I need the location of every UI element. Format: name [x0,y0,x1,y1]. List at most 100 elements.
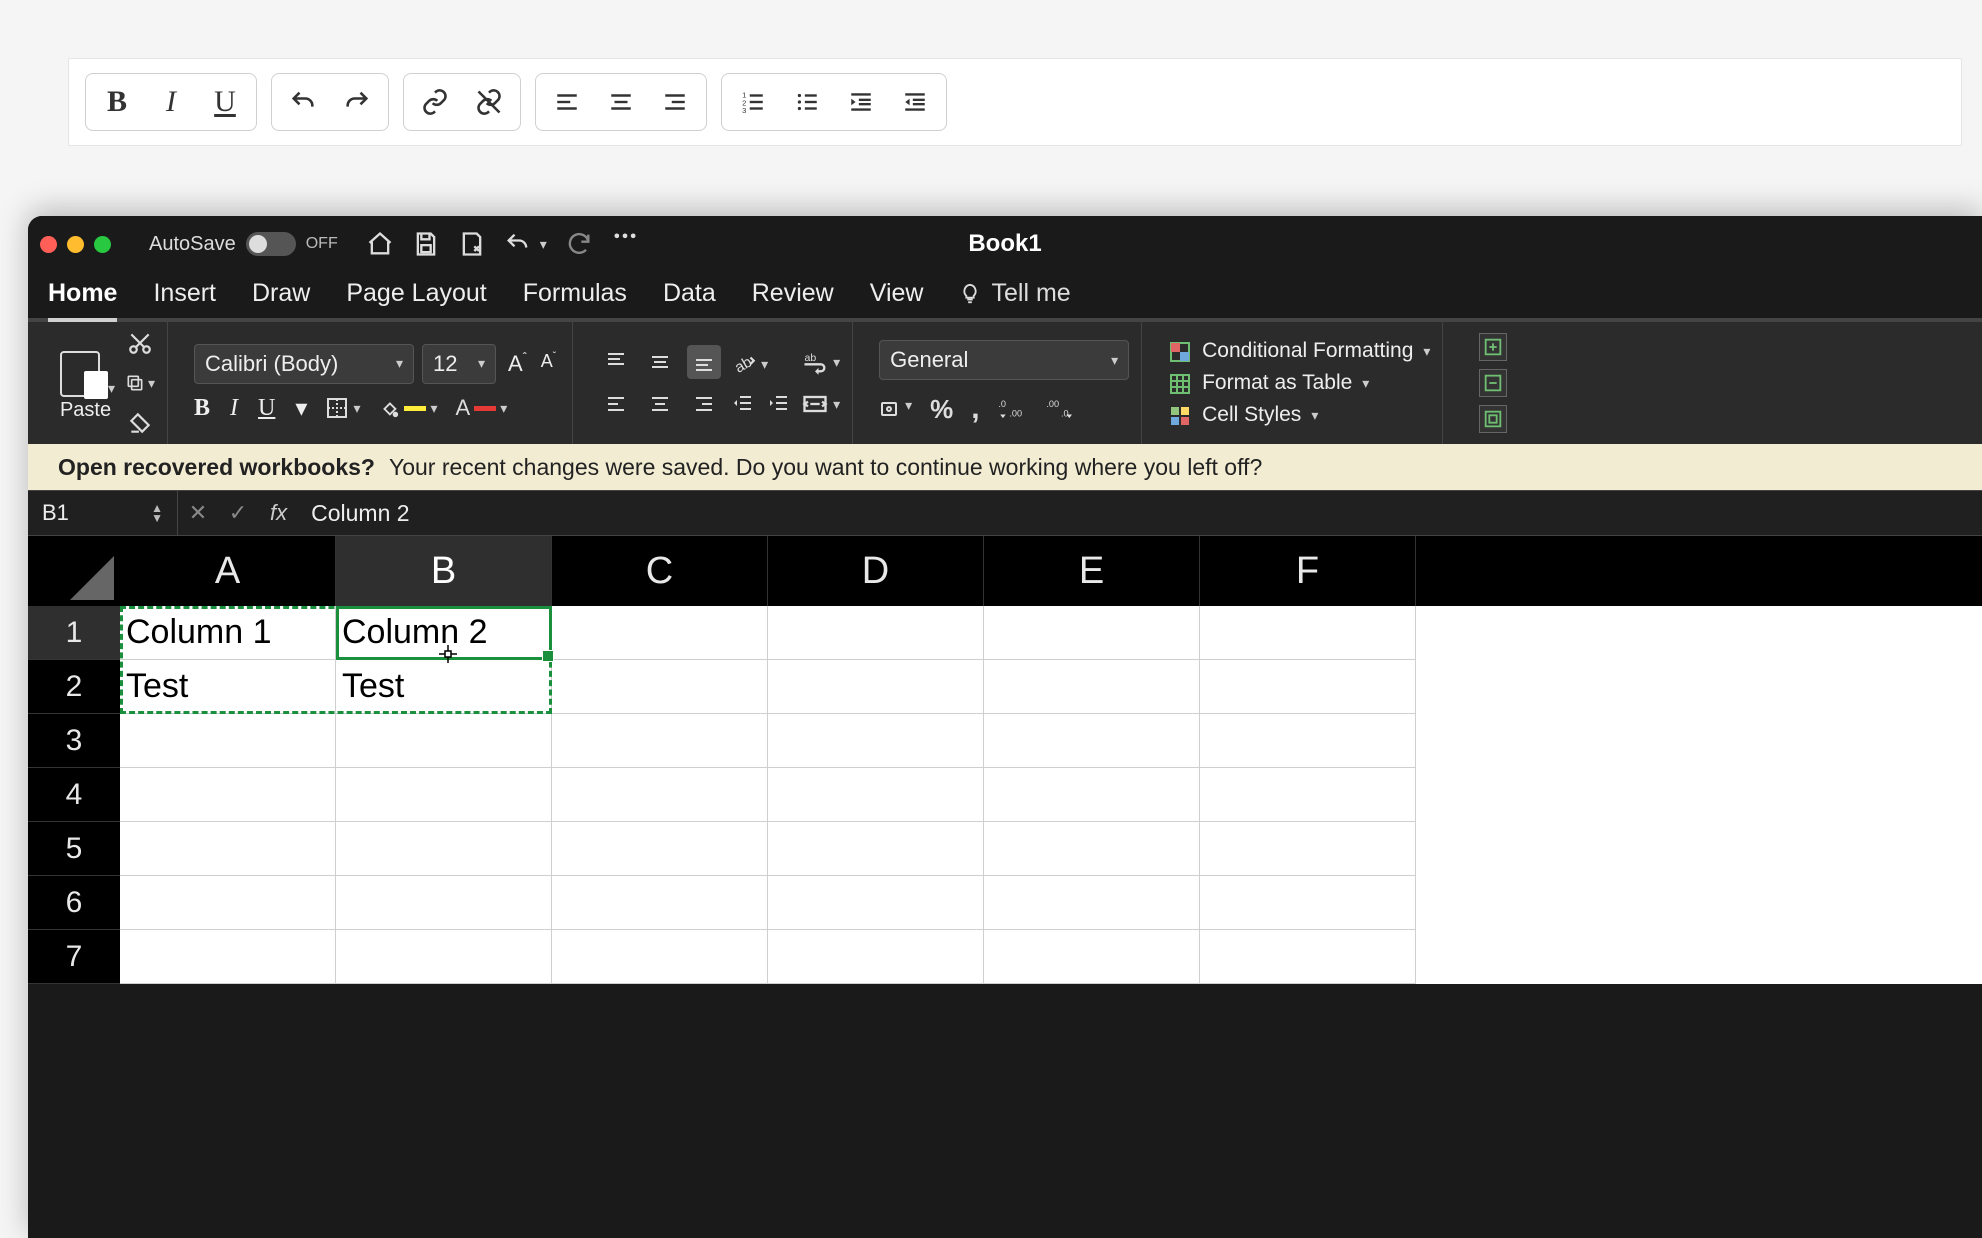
shrink-font-icon[interactable]: Aˇ [537,351,560,377]
cell-E5[interactable] [984,822,1200,876]
numbered-list-button[interactable]: 123 [726,78,780,126]
cell-C4[interactable] [552,768,768,822]
row-header-3[interactable]: 3 [28,714,120,768]
cell-E3[interactable] [984,714,1200,768]
decrease-decimal-icon[interactable]: .00.0 [1046,398,1076,420]
row-header-7[interactable]: 7 [28,930,120,984]
cell-F1[interactable] [1200,606,1416,660]
save-icon[interactable] [412,230,440,258]
undo-icon[interactable] [504,230,532,258]
align-bottom-icon[interactable] [687,345,721,379]
indent-button[interactable] [834,78,888,126]
cell-C2[interactable] [552,660,768,714]
cell-A7[interactable] [120,930,336,984]
tab-view[interactable]: View [870,279,924,318]
cell-C3[interactable] [552,714,768,768]
align-left-icon[interactable] [599,387,633,421]
underline-button[interactable]: U [258,395,275,422]
fx-icon[interactable]: fx [258,500,299,526]
align-right-button[interactable] [648,78,702,126]
bold-button[interactable]: B [90,78,144,126]
cell-A5[interactable] [120,822,336,876]
unlink-button[interactable] [462,78,516,126]
align-right-icon[interactable] [687,387,721,421]
comma-format-icon[interactable]: , [971,392,979,426]
cell-B7[interactable] [336,930,552,984]
cell-B4[interactable] [336,768,552,822]
row-header-2[interactable]: 2 [28,660,120,714]
align-center-button[interactable] [594,78,648,126]
orientation-button[interactable]: ab▾ [731,351,768,377]
recovery-banner[interactable]: Open recovered workbooks? Your recent ch… [28,444,1982,490]
cell-E4[interactable] [984,768,1200,822]
close-window-button[interactable] [40,236,57,253]
format-painter-icon[interactable] [125,408,155,438]
row-header-5[interactable]: 5 [28,822,120,876]
col-header-E[interactable]: E [984,536,1200,606]
align-top-icon[interactable] [599,345,633,379]
cell-styles-button[interactable]: Cell Styles▾ [1168,403,1430,427]
paste-icon[interactable] [56,345,104,397]
autosave-toggle[interactable]: AutoSave OFF [149,232,338,256]
font-size-combo[interactable]: 12▾ [422,344,496,384]
cell-D1[interactable] [768,606,984,660]
maximize-window-button[interactable] [94,236,111,253]
col-header-A[interactable]: A [120,536,336,606]
cell-D7[interactable] [768,930,984,984]
cell-D4[interactable] [768,768,984,822]
autosave-switch[interactable] [246,232,296,256]
cell-E1[interactable] [984,606,1200,660]
name-box-spinner[interactable]: ▲▼ [151,503,163,523]
tab-data[interactable]: Data [663,279,716,318]
tab-insert[interactable]: Insert [153,279,216,318]
cell-F3[interactable] [1200,714,1416,768]
spreadsheet-grid[interactable]: A B C D E F 1 Column 1 Column 2 2 Test T… [28,536,1982,984]
cut-icon[interactable] [125,328,155,358]
decrease-indent-icon[interactable] [731,391,755,415]
cell-B2[interactable]: Test [336,660,552,714]
fill-color-button[interactable]: ▾ [378,397,437,419]
cell-E7[interactable] [984,930,1200,984]
tab-home[interactable]: Home [48,279,117,318]
home-icon[interactable] [366,230,394,258]
underline-button[interactable]: U [198,78,252,126]
redo-button[interactable] [330,78,384,126]
align-center-icon[interactable] [643,387,677,421]
grow-font-icon[interactable]: Aˆ [504,351,531,377]
row-header-6[interactable]: 6 [28,876,120,930]
cell-D2[interactable] [768,660,984,714]
row-header-1[interactable]: 1 [28,606,120,660]
copy-icon[interactable]: ▾ [125,368,155,398]
cell-F5[interactable] [1200,822,1416,876]
cell-E6[interactable] [984,876,1200,930]
format-as-table-button[interactable]: Format as Table▾ [1168,371,1430,395]
cell-B3[interactable] [336,714,552,768]
outdent-button[interactable] [888,78,942,126]
cell-A1[interactable]: Column 1 [120,606,336,660]
paste-dropdown-icon[interactable]: ▾ [108,380,115,397]
cell-A4[interactable] [120,768,336,822]
cell-A2[interactable]: Test [120,660,336,714]
cell-F7[interactable] [1200,930,1416,984]
cell-D6[interactable] [768,876,984,930]
format-cells-icon[interactable] [1479,405,1507,433]
col-header-F[interactable]: F [1200,536,1416,606]
italic-button[interactable]: I [144,78,198,126]
cell-C5[interactable] [552,822,768,876]
minimize-window-button[interactable] [67,236,84,253]
cell-D5[interactable] [768,822,984,876]
cell-B5[interactable] [336,822,552,876]
undo-button[interactable] [276,78,330,126]
paste-label[interactable]: Paste [60,399,111,422]
merge-button[interactable]: ▾ [801,390,840,418]
col-header-C[interactable]: C [552,536,768,606]
col-header-B[interactable]: B [336,536,552,606]
font-name-combo[interactable]: Calibri (Body)▾ [194,344,414,384]
font-color-button[interactable]: A▾ [456,395,508,421]
increase-decimal-icon[interactable]: .0.00 [998,398,1028,420]
redo-icon[interactable] [565,230,593,258]
underline-dropdown-icon[interactable]: ▾ [295,394,307,423]
conditional-formatting-button[interactable]: Conditional Formatting▾ [1168,339,1430,363]
percent-format-icon[interactable]: % [930,394,953,425]
bullet-list-button[interactable] [780,78,834,126]
